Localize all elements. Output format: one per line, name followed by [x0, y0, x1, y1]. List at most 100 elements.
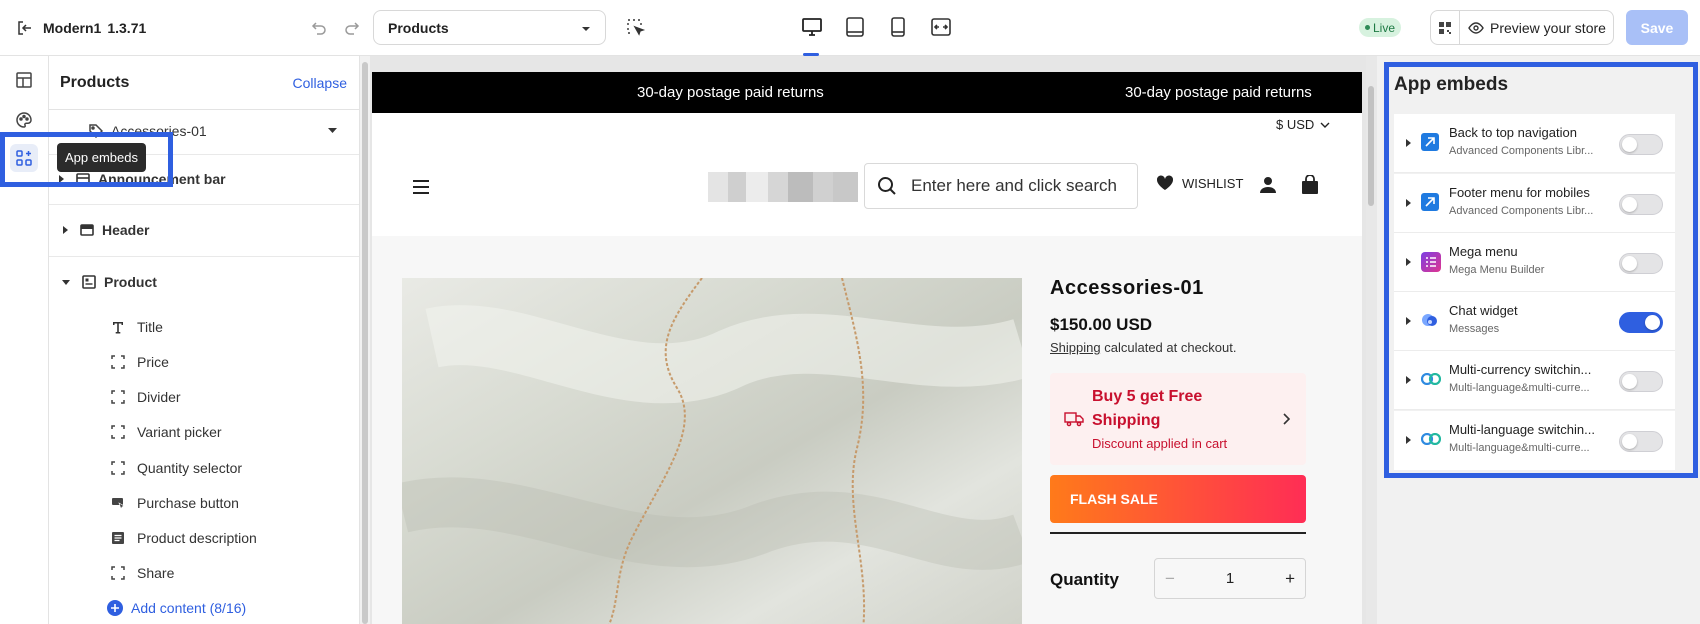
block-frame-icon — [111, 566, 125, 580]
quantity-value[interactable]: 1 — [1226, 570, 1234, 587]
account-icon[interactable] — [1259, 176, 1277, 194]
template-select[interactable]: Products — [373, 10, 606, 45]
template-select-value: Products — [388, 19, 449, 36]
section-product[interactable]: Product — [49, 257, 359, 307]
search-box[interactable]: Enter here and click search — [864, 163, 1138, 209]
tablet-view-icon[interactable] — [843, 15, 867, 39]
promo-title: Buy 5 get Free Shipping — [1092, 388, 1203, 429]
theme-version: 1.3.71 — [107, 20, 147, 36]
section-label: Announcement bar — [98, 171, 226, 187]
collapse-link[interactable]: Collapse — [293, 75, 347, 91]
preview-scrollbar[interactable] — [1366, 56, 1377, 624]
app-embeds-panel: App embeds Back to top navigation Advanc… — [1377, 56, 1700, 624]
embed-source: Multi-language&multi-curre... — [1449, 442, 1590, 454]
undo-icon[interactable] — [309, 18, 329, 38]
block-share[interactable]: Share — [111, 558, 174, 588]
caret-right-icon — [1406, 139, 1411, 147]
block-label: Price — [137, 354, 169, 370]
sections-panel: Products Collapse Accessories-01 Announc… — [49, 56, 359, 624]
section-label: Product — [104, 274, 157, 290]
embed-back-to-top[interactable]: Back to top navigation Advanced Componen… — [1394, 114, 1675, 173]
block-product-description[interactable]: Product description — [111, 523, 257, 553]
redo-icon[interactable] — [342, 18, 362, 38]
quantity-decrease-button[interactable]: − — [1165, 569, 1175, 589]
product-section-icon — [82, 275, 96, 289]
preview-store-button[interactable]: Preview your store — [1460, 20, 1606, 36]
scrollbar-thumb[interactable] — [1368, 86, 1374, 206]
block-label: Title — [137, 319, 163, 335]
embed-toggle[interactable] — [1619, 371, 1663, 392]
chevron-right-icon — [1283, 413, 1290, 425]
scrollbar-thumb[interactable] — [362, 62, 368, 624]
section-header[interactable]: Header — [49, 205, 359, 255]
panel-scrollbar[interactable] — [359, 56, 370, 624]
wishlist-link[interactable]: WISHLIST — [1156, 175, 1243, 191]
currency-label: $ USD — [1276, 117, 1315, 132]
live-badge: Live — [1359, 18, 1402, 37]
quantity-increase-button[interactable]: + — [1285, 569, 1295, 589]
currency-selector[interactable]: $ USD — [1276, 117, 1330, 132]
chevron-down-icon — [1320, 122, 1330, 128]
embed-toggle[interactable] — [1619, 194, 1663, 215]
caret-right-icon — [1406, 436, 1411, 444]
desktop-view-icon[interactable] — [800, 15, 824, 39]
block-frame-icon — [111, 461, 125, 475]
block-frame-icon — [111, 390, 125, 404]
embed-multi-language[interactable]: Multi-language switchin... Multi-languag… — [1394, 411, 1675, 470]
select-element-icon[interactable] — [625, 17, 647, 39]
store-preview: 30-day postage paid returns 30-day posta… — [372, 72, 1362, 624]
messages-app-icon — [1421, 312, 1439, 328]
embed-multi-currency[interactable]: Multi-currency switchin... Multi-languag… — [1394, 351, 1675, 410]
embed-toggle[interactable] — [1619, 431, 1663, 452]
divider-line — [1050, 532, 1306, 534]
embed-toggle[interactable] — [1619, 312, 1663, 333]
fullscreen-icon[interactable] — [929, 15, 953, 39]
button-block-icon — [111, 496, 125, 510]
add-content-button[interactable]: Add content (8/16) — [107, 593, 246, 623]
embed-toggle[interactable] — [1619, 253, 1663, 274]
app-embeds-icon — [15, 149, 33, 167]
qr-code-icon[interactable] — [1431, 11, 1460, 44]
multi-language-app-icon — [1421, 373, 1441, 385]
exit-icon[interactable] — [16, 19, 34, 37]
search-placeholder: Enter here and click search — [911, 176, 1117, 195]
promo-card[interactable]: Buy 5 get Free Shipping Discount applied… — [1050, 373, 1306, 465]
caret-right-icon — [1406, 258, 1411, 266]
live-badge-label: Live — [1373, 20, 1396, 35]
hamburger-menu-icon[interactable] — [412, 179, 430, 195]
live-dot — [1365, 25, 1370, 30]
toggle-knob — [1622, 374, 1637, 389]
block-divider[interactable]: Divider — [111, 382, 181, 412]
embed-toggle[interactable] — [1619, 134, 1663, 155]
block-title[interactable]: Title — [111, 312, 163, 342]
promo-subtitle: Discount applied in cart — [1092, 436, 1228, 451]
block-purchase-button[interactable]: Purchase button — [111, 488, 239, 518]
panel-header: Products Collapse — [49, 56, 359, 110]
block-price[interactable]: Price — [111, 347, 169, 377]
announcement-icon — [76, 172, 90, 186]
shipping-link[interactable]: Shipping — [1050, 340, 1101, 355]
announcement-text: 30-day postage paid returns — [1125, 84, 1312, 101]
sections-nav[interactable] — [10, 66, 38, 94]
block-quantity-selector[interactable]: Quantity selector — [111, 453, 242, 483]
app-embeds-tooltip: App embeds — [57, 143, 146, 172]
embed-chat-widget[interactable]: Chat widget Messages — [1394, 292, 1675, 351]
cart-icon[interactable] — [1301, 175, 1319, 195]
product-price: $150.00 USD — [1050, 315, 1153, 334]
block-label: Share — [137, 565, 175, 581]
flash-sale-banner[interactable]: FLASH SALE — [1050, 475, 1306, 523]
save-button[interactable]: Save — [1626, 10, 1688, 45]
caret-down-icon — [328, 128, 337, 133]
theme-settings-nav[interactable] — [10, 106, 38, 134]
embed-mega-menu[interactable]: Mega menu Mega Menu Builder — [1394, 233, 1675, 292]
embed-name: Footer menu for mobiles — [1449, 185, 1590, 200]
add-content-label: Add content (8/16) — [131, 600, 247, 616]
embed-source: Advanced Components Libr... — [1449, 145, 1594, 157]
app-embeds-nav[interactable] — [10, 144, 38, 172]
app-embeds-title: App embeds — [1394, 74, 1509, 95]
mega-menu-app-icon — [1421, 252, 1441, 272]
embed-name: Chat widget — [1449, 303, 1518, 318]
mobile-view-icon[interactable] — [886, 15, 910, 39]
embed-footer-menu[interactable]: Footer menu for mobiles Advanced Compone… — [1394, 174, 1675, 233]
block-variant-picker[interactable]: Variant picker — [111, 417, 222, 447]
